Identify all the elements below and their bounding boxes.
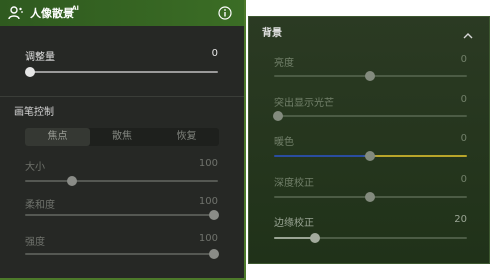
portrait-bokeh-panel: 人像散景 AI 调整量 0 画笔控制 焦点 散焦 恢复 大小 100 柔和度 1… bbox=[0, 0, 246, 280]
strength-slider-handle[interactable] bbox=[209, 249, 219, 259]
feather-label: 柔和度 bbox=[25, 200, 55, 211]
background-section-title: 背景 bbox=[262, 28, 282, 39]
adjust-label: 调整量 bbox=[25, 52, 55, 63]
brightness-label: 亮度 bbox=[274, 58, 294, 69]
size-slider-track[interactable] bbox=[25, 180, 218, 182]
depth-correction-value: 0 bbox=[460, 174, 467, 185]
ai-badge: AI bbox=[72, 5, 79, 12]
warmth-label: 暖色 bbox=[274, 137, 294, 148]
warmth-slider-handle[interactable] bbox=[365, 151, 375, 161]
chevron-up-icon[interactable] bbox=[463, 25, 473, 44]
feather-slider-handle[interactable] bbox=[209, 210, 219, 220]
panel-header[interactable]: 人像散景 AI bbox=[0, 0, 244, 26]
brightness-slider-handle[interactable] bbox=[365, 71, 375, 81]
edge-correction-label: 边缘校正 bbox=[274, 218, 314, 229]
size-value: 100 bbox=[198, 158, 218, 169]
brush-mode-selector: 焦点 散焦 恢复 bbox=[25, 128, 219, 146]
size-label: 大小 bbox=[25, 162, 45, 173]
adjust-slider-track[interactable] bbox=[30, 71, 218, 73]
section-divider bbox=[0, 96, 244, 97]
brightness-value: 0 bbox=[460, 54, 467, 65]
highlight-glow-value: 0 bbox=[460, 94, 467, 105]
highlight-glow-slider-handle[interactable] bbox=[273, 111, 283, 121]
edge-correction-slider-fill bbox=[274, 237, 312, 239]
mode-defocus-tab[interactable]: 散焦 bbox=[90, 128, 154, 146]
brush-section-title: 画笔控制 bbox=[14, 107, 54, 118]
highlight-glow-label: 突出显示光芒 bbox=[274, 98, 334, 109]
depth-correction-slider-handle[interactable] bbox=[365, 192, 375, 202]
size-slider-handle[interactable] bbox=[67, 176, 77, 186]
edge-correction-slider-handle[interactable] bbox=[310, 233, 320, 243]
feather-slider-track[interactable] bbox=[25, 214, 213, 216]
adjust-value: 0 bbox=[211, 48, 218, 59]
depth-correction-label: 深度校正 bbox=[274, 178, 314, 189]
feather-value: 100 bbox=[198, 196, 218, 207]
background-panel: 背景 亮度 0 突出显示光芒 0 暖色 0 深度校正 0 边缘校正 20 bbox=[248, 16, 490, 264]
strength-label: 强度 bbox=[25, 237, 45, 248]
mode-focus-tab[interactable]: 焦点 bbox=[25, 128, 90, 146]
person-icon bbox=[8, 5, 24, 24]
adjust-slider-handle[interactable] bbox=[25, 67, 35, 77]
strength-slider-track[interactable] bbox=[25, 253, 213, 255]
warmth-value: 0 bbox=[460, 133, 467, 144]
panel-title: 人像散景 bbox=[30, 7, 74, 20]
highlight-glow-slider-track[interactable] bbox=[274, 115, 467, 117]
strength-value: 100 bbox=[198, 233, 218, 244]
mode-restore-tab[interactable]: 恢复 bbox=[154, 128, 219, 146]
edge-correction-value: 20 bbox=[454, 214, 467, 225]
info-icon[interactable] bbox=[218, 5, 232, 24]
